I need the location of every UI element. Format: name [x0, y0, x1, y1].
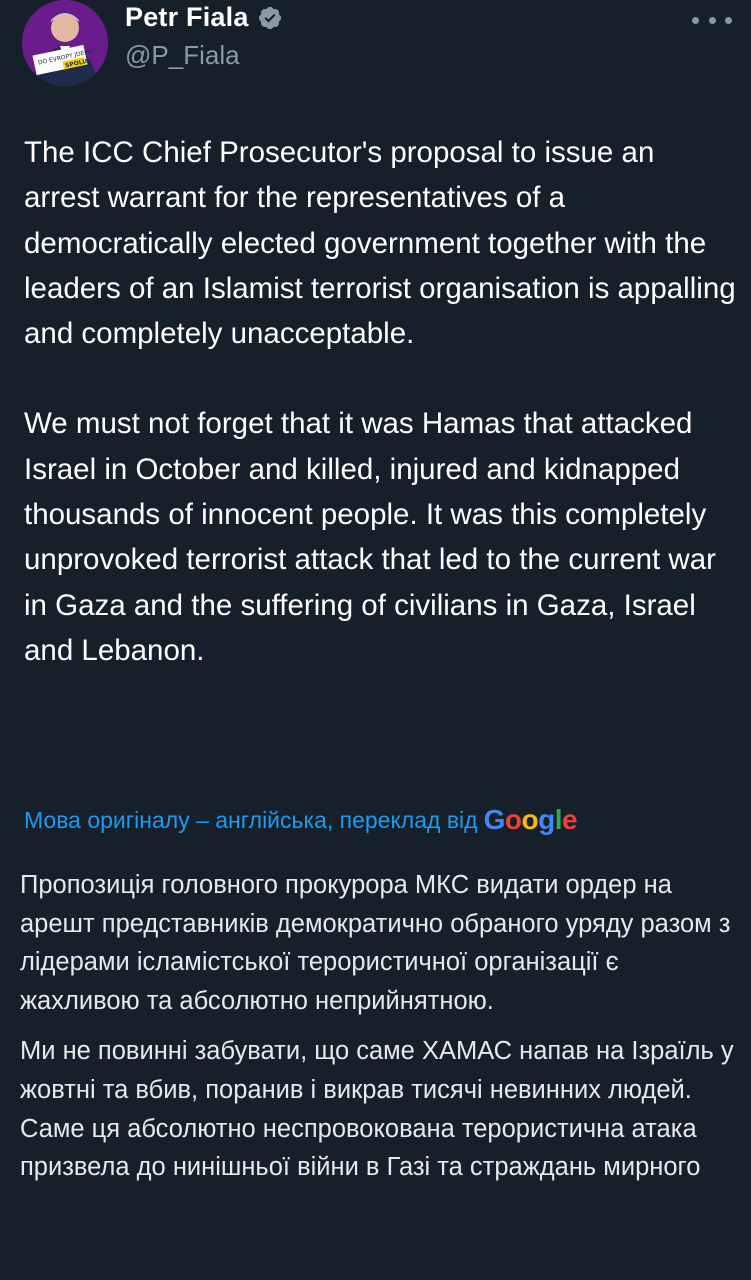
translation-notice-text: Мова оригіналу – англійська, переклад ві…: [24, 806, 478, 833]
author-handle[interactable]: @P_Fiala: [125, 40, 240, 71]
google-logo: Google: [483, 804, 578, 835]
translated-paragraph-2: Ми не повинні забувати, що саме ХАМАС на…: [20, 1037, 734, 1182]
tweet-paragraph-2: We must not forget that it was Hamas tha…: [24, 407, 716, 667]
author-name[interactable]: Petr Fiala: [125, 2, 249, 33]
tweet-header: DO EVROPY JDEME SPOLU Petr Fiala @P_Fial…: [22, 0, 732, 88]
translation-notice[interactable]: Мова оригіналу – англійська, переклад ві…: [24, 800, 578, 840]
translated-paragraph-1: Пропозиція головного прокурора МКС видат…: [20, 871, 731, 1015]
tweet-paragraph-1: The ICC Chief Prosecutor's proposal to i…: [24, 136, 736, 351]
avatar[interactable]: DO EVROPY JDEME SPOLU: [22, 0, 108, 86]
author-name-row: Petr Fiala: [125, 2, 283, 33]
tweet-detail: DO EVROPY JDEME SPOLU Petr Fiala @P_Fial…: [0, 0, 751, 1280]
avatar-image: DO EVROPY JDEME SPOLU: [22, 0, 108, 86]
more-options-icon[interactable]: [692, 8, 732, 32]
tweet-text: The ICC Chief Prosecutor's proposal to i…: [24, 130, 736, 673]
translated-text: Пропозиція головного прокурора МКС видат…: [20, 866, 736, 1187]
verified-badge-icon: [257, 5, 283, 31]
